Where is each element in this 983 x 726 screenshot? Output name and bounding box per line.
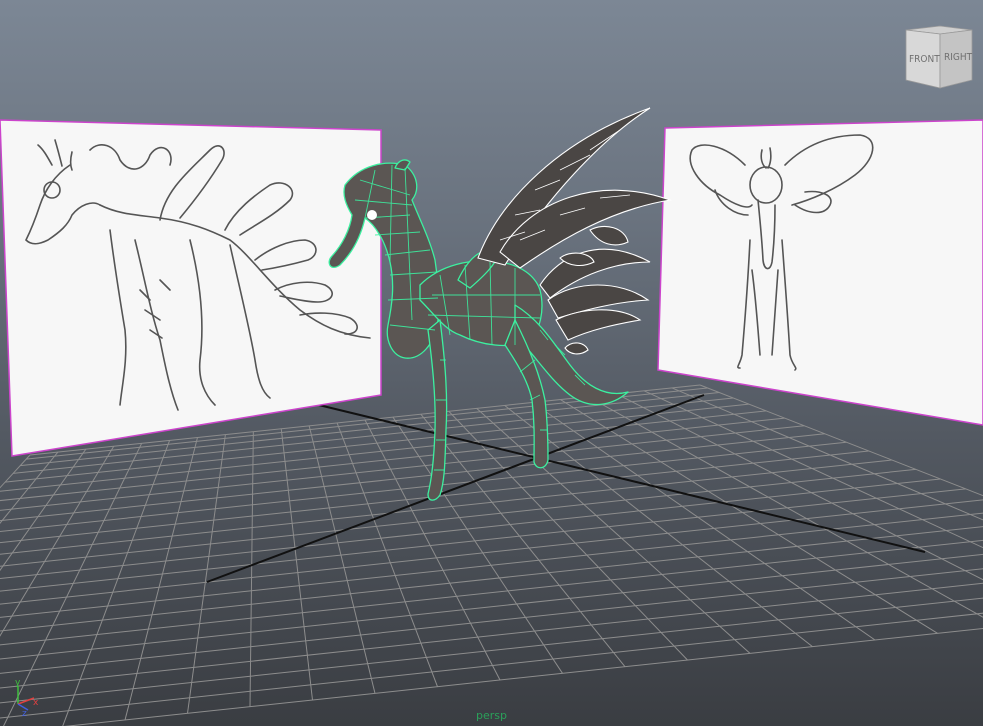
viewcube-right-label: RIGHT — [944, 52, 973, 63]
scene-canvas[interactable] — [0, 0, 983, 726]
front-reference-plane[interactable] — [657, 119, 983, 426]
viewcube-front-label: FRONT — [909, 54, 940, 65]
viewcube-navigator[interactable]: FRONT RIGHT — [900, 22, 975, 92]
camera-name-label: persp — [476, 709, 507, 722]
grid-line — [0, 612, 983, 719]
grid-line — [308, 425, 376, 694]
grid-line — [0, 553, 983, 660]
x-axis-line — [17, 697, 35, 705]
eye-highlight — [367, 210, 377, 220]
grid-line — [249, 431, 254, 707]
grid-line — [588, 396, 983, 618]
grid-line — [0, 582, 983, 689]
grid-line — [560, 399, 938, 634]
grid-line — [476, 407, 751, 654]
grid-line — [504, 405, 813, 648]
grid-line — [643, 390, 983, 549]
grid-line — [124, 437, 198, 721]
perspective-viewport[interactable]: FRONT RIGHT y x z persp — [0, 0, 983, 726]
grid-line — [420, 413, 626, 667]
x-axis-label: x — [33, 698, 39, 708]
grid-line — [448, 410, 688, 661]
ground-grid — [0, 384, 983, 726]
grid-line — [187, 434, 226, 714]
y-axis-label: y — [15, 678, 21, 688]
